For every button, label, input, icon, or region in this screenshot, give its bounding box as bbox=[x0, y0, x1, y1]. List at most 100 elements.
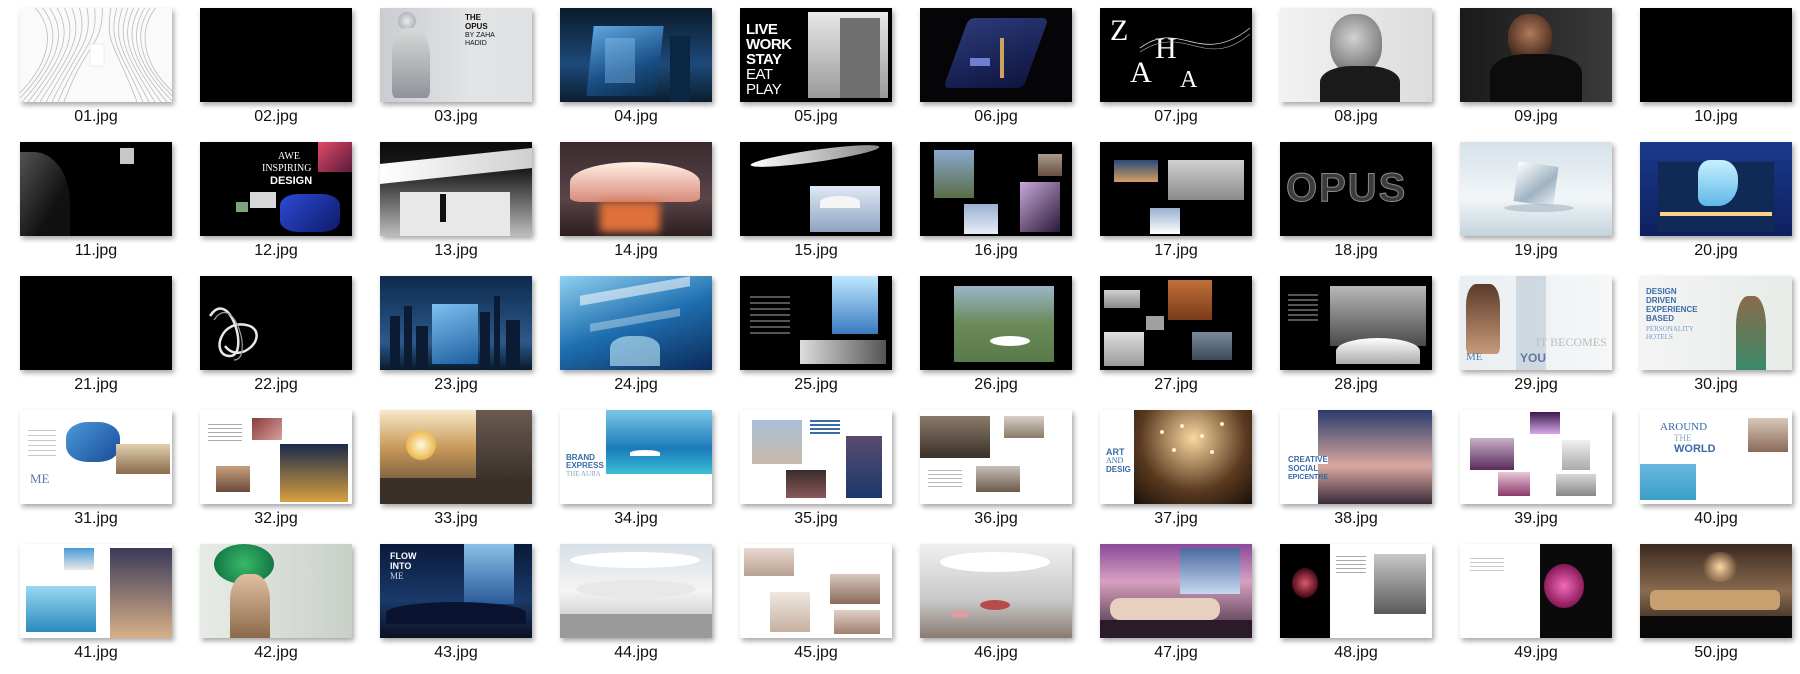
file-thumbnail[interactable] bbox=[1640, 8, 1792, 102]
file-item[interactable]: 17.jpg bbox=[1100, 142, 1252, 272]
file-name[interactable]: 30.jpg bbox=[1640, 376, 1792, 394]
file-name[interactable]: 24.jpg bbox=[560, 376, 712, 394]
file-thumbnail[interactable] bbox=[1460, 142, 1612, 236]
file-item[interactable]: 35.jpg bbox=[740, 410, 892, 540]
file-name[interactable]: 44.jpg bbox=[560, 644, 712, 662]
file-thumbnail[interactable] bbox=[1100, 544, 1252, 638]
file-name[interactable]: 46.jpg bbox=[920, 644, 1072, 662]
file-thumbnail[interactable] bbox=[560, 544, 712, 638]
file-item[interactable]: DESIGN DRIVEN EXPERIENCE BASED PERSONALITY HO… bbox=[1640, 276, 1792, 406]
file-name[interactable]: 22.jpg bbox=[200, 376, 352, 394]
file-item[interactable]: 46.jpg bbox=[920, 544, 1072, 674]
file-item[interactable]: OPUS 18.jpg bbox=[1280, 142, 1432, 272]
file-item[interactable]: 25.jpg bbox=[740, 276, 892, 406]
file-thumbnail[interactable]: BRAND EXPRESS THE AURA bbox=[560, 410, 712, 504]
file-thumbnail[interactable] bbox=[1640, 544, 1792, 638]
file-thumbnail[interactable] bbox=[200, 8, 352, 102]
file-name[interactable]: 31.jpg bbox=[20, 510, 172, 528]
file-thumbnail[interactable] bbox=[20, 142, 172, 236]
file-item[interactable]: 15.jpg bbox=[740, 142, 892, 272]
file-item[interactable]: 02.jpg bbox=[200, 8, 352, 138]
file-item[interactable]: CREATIVE SOCIAL EPICENTRE 38.jpg bbox=[1280, 410, 1432, 540]
file-item[interactable]: 50.jpg bbox=[1640, 544, 1792, 674]
file-thumbnail[interactable] bbox=[20, 276, 172, 370]
file-thumbnail[interactable]: ZAHA bbox=[1100, 8, 1252, 102]
file-item[interactable]: Z A H A 07.jpg bbox=[1100, 8, 1252, 138]
file-item[interactable]: 08.jpg bbox=[1280, 8, 1432, 138]
file-name[interactable]: 08.jpg bbox=[1280, 108, 1432, 126]
file-name[interactable]: 49.jpg bbox=[1460, 644, 1612, 662]
file-item[interactable]: 32.jpg bbox=[200, 410, 352, 540]
file-name[interactable]: 47.jpg bbox=[1100, 644, 1252, 662]
file-item[interactable]: 44.jpg bbox=[560, 544, 712, 674]
file-item[interactable]: 10.jpg bbox=[1640, 8, 1792, 138]
file-name[interactable]: 37.jpg bbox=[1100, 510, 1252, 528]
file-name[interactable]: 13.jpg bbox=[380, 242, 532, 260]
file-item[interactable]: 26.jpg bbox=[920, 276, 1072, 406]
file-thumbnail[interactable] bbox=[1280, 8, 1432, 102]
file-thumbnail[interactable] bbox=[1100, 142, 1252, 236]
file-name[interactable]: 12.jpg bbox=[200, 242, 352, 260]
file-thumbnail[interactable] bbox=[380, 276, 532, 370]
file-name[interactable]: 27.jpg bbox=[1100, 376, 1252, 394]
file-thumbnail[interactable] bbox=[1640, 142, 1792, 236]
file-name[interactable]: 14.jpg bbox=[560, 242, 712, 260]
file-thumbnail[interactable]: CREATIVE SOCIAL EPICENTRE bbox=[1280, 410, 1432, 504]
file-name[interactable]: 43.jpg bbox=[380, 644, 532, 662]
file-thumbnail[interactable] bbox=[200, 276, 352, 370]
file-item[interactable]: 13.jpg bbox=[380, 142, 532, 272]
file-name[interactable]: 10.jpg bbox=[1640, 108, 1792, 126]
file-name[interactable]: 23.jpg bbox=[380, 376, 532, 394]
file-name[interactable]: 33.jpg bbox=[380, 510, 532, 528]
file-name[interactable]: 29.jpg bbox=[1460, 376, 1612, 394]
file-item[interactable]: 36.jpg bbox=[920, 410, 1072, 540]
file-name[interactable]: 11.jpg bbox=[20, 242, 172, 260]
file-thumbnail[interactable]: A bbox=[200, 544, 352, 638]
file-item[interactable]: 33.jpg bbox=[380, 410, 532, 540]
file-thumbnail[interactable] bbox=[200, 410, 352, 504]
file-name[interactable]: 19.jpg bbox=[1460, 242, 1612, 260]
file-thumbnail[interactable]: LIVE WORK STAY EAT PLAY bbox=[740, 8, 892, 102]
file-item[interactable]: FLOW INTO ME 43.jpg bbox=[380, 544, 532, 674]
file-thumbnail[interactable] bbox=[1460, 410, 1612, 504]
file-item[interactable]: 41.jpg bbox=[20, 544, 172, 674]
file-thumbnail[interactable] bbox=[920, 544, 1072, 638]
file-name[interactable]: 04.jpg bbox=[560, 108, 712, 126]
file-thumbnail[interactable]: AWE INSPIRING DESIGN bbox=[200, 142, 352, 236]
file-item[interactable]: 04.jpg bbox=[560, 8, 712, 138]
file-thumbnail[interactable] bbox=[920, 142, 1072, 236]
file-name[interactable]: 07.jpg bbox=[1100, 108, 1252, 126]
file-thumbnail[interactable] bbox=[560, 142, 712, 236]
file-item[interactable]: 39.jpg bbox=[1460, 410, 1612, 540]
file-thumbnail[interactable] bbox=[920, 410, 1072, 504]
file-name[interactable]: 40.jpg bbox=[1640, 510, 1792, 528]
file-name[interactable]: 32.jpg bbox=[200, 510, 352, 528]
file-name[interactable]: 06.jpg bbox=[920, 108, 1072, 126]
file-thumbnail[interactable] bbox=[1460, 544, 1612, 638]
file-item[interactable]: 22.jpg bbox=[200, 276, 352, 406]
file-item[interactable]: 11.jpg bbox=[20, 142, 172, 272]
file-item[interactable]: AWE INSPIRING DESIGN 12.jpg bbox=[200, 142, 352, 272]
file-name[interactable]: 18.jpg bbox=[1280, 242, 1432, 260]
file-thumbnail[interactable] bbox=[560, 276, 712, 370]
file-name[interactable]: 41.jpg bbox=[20, 644, 172, 662]
file-thumbnail[interactable] bbox=[380, 142, 532, 236]
file-thumbnail[interactable] bbox=[380, 410, 532, 504]
file-name[interactable]: 45.jpg bbox=[740, 644, 892, 662]
file-item[interactable]: A 42.jpg bbox=[200, 544, 352, 674]
file-name[interactable]: 26.jpg bbox=[920, 376, 1072, 394]
file-item[interactable]: BRAND EXPRESS THE AURA 34.jpg bbox=[560, 410, 712, 540]
file-thumbnail[interactable]: OPUS bbox=[1280, 142, 1432, 236]
file-item[interactable]: 45.jpg bbox=[740, 544, 892, 674]
file-name[interactable]: 48.jpg bbox=[1280, 644, 1432, 662]
file-thumbnail[interactable] bbox=[1280, 544, 1432, 638]
file-item[interactable]: ME IT BECOMES YOU 29.jpg bbox=[1460, 276, 1612, 406]
file-item[interactable]: 09.jpg bbox=[1460, 8, 1612, 138]
file-item[interactable]: 01.jpg bbox=[20, 8, 172, 138]
file-thumbnail[interactable] bbox=[20, 8, 172, 102]
file-item[interactable]: 49.jpg bbox=[1460, 544, 1612, 674]
file-item[interactable]: ART AND DESIG 37.jpg bbox=[1100, 410, 1252, 540]
file-thumbnail[interactable]: ME IT BECOMES YOU bbox=[1460, 276, 1612, 370]
file-item[interactable]: ME 31.jpg bbox=[20, 410, 172, 540]
file-name[interactable]: 36.jpg bbox=[920, 510, 1072, 528]
